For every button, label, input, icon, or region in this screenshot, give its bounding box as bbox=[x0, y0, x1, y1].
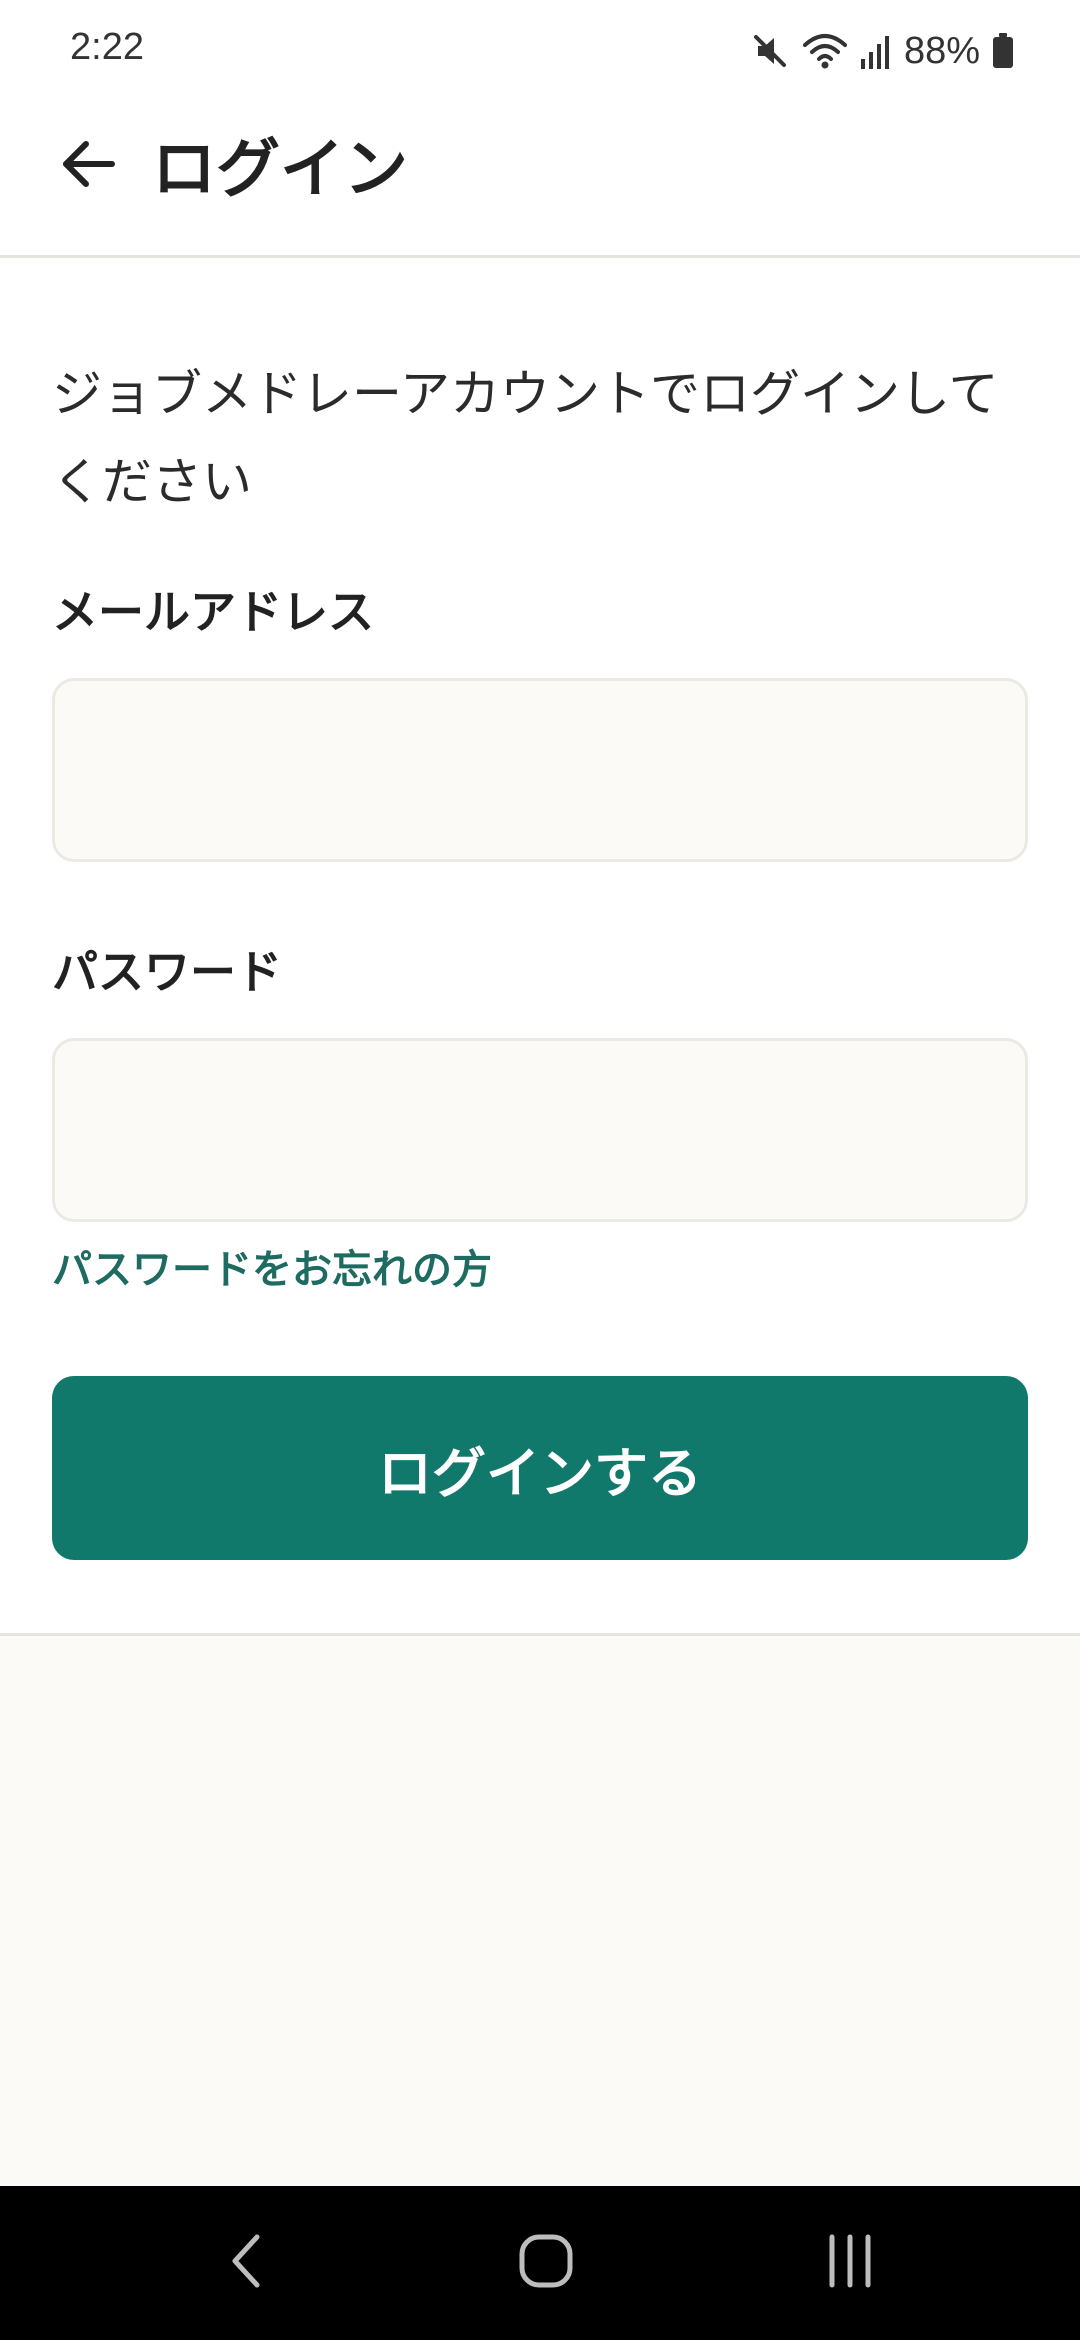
status-icons: 88% bbox=[750, 26, 1014, 76]
home-icon bbox=[516, 2231, 576, 2295]
status-time: 2:22 bbox=[70, 26, 144, 68]
email-field[interactable] bbox=[52, 678, 1028, 862]
recents-icon bbox=[820, 2231, 880, 2295]
mute-icon bbox=[750, 31, 790, 71]
nav-back-button[interactable] bbox=[166, 2186, 326, 2340]
page-title: ログイン bbox=[152, 133, 408, 207]
login-form: ジョブメドレーアカウントでログインしてください メールアドレス パスワード パス… bbox=[0, 258, 1080, 1636]
email-label: メールアドレス bbox=[52, 585, 374, 639]
password-field[interactable] bbox=[52, 1038, 1028, 1222]
back-button[interactable] bbox=[48, 126, 128, 206]
intro-text: ジョブメドレーアカウントでログインしてください bbox=[52, 365, 999, 511]
battery-percentage: 88% bbox=[903, 29, 980, 72]
battery-icon bbox=[992, 32, 1014, 70]
signal-icon bbox=[860, 31, 892, 71]
nav-recents-button[interactable] bbox=[770, 2186, 930, 2340]
empty-background bbox=[0, 1636, 1080, 2186]
nav-home-button[interactable] bbox=[466, 2186, 626, 2340]
arrow-left-icon bbox=[58, 134, 118, 198]
login-button[interactable]: ログインする bbox=[52, 1376, 1028, 1560]
forgot-password-link[interactable]: パスワードをお忘れの方 bbox=[52, 1242, 492, 1298]
wifi-icon bbox=[802, 31, 848, 71]
password-label: パスワード bbox=[52, 945, 282, 999]
back-chevron-icon bbox=[221, 2231, 271, 2295]
status-bar: 2:22 88% bbox=[0, 0, 1080, 100]
system-nav-bar bbox=[0, 2186, 1080, 2340]
app-bar: ログイン bbox=[0, 100, 1080, 258]
